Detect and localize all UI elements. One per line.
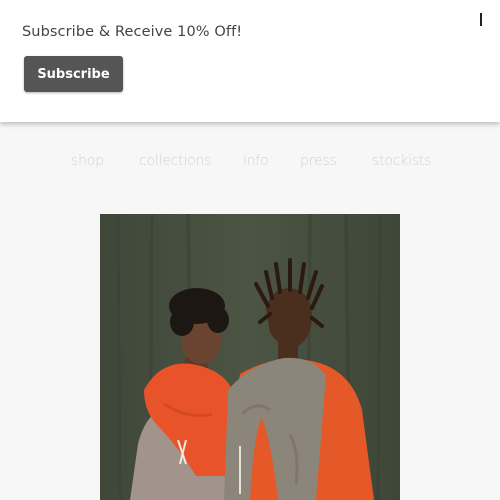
nav-link-collections[interactable]: collections	[139, 153, 211, 169]
nav-link-shop[interactable]: shop	[71, 153, 104, 169]
main-nav: shop collections info press stockists	[0, 153, 500, 175]
hero-image[interactable]	[100, 214, 400, 500]
nav-link-info[interactable]: info	[243, 153, 269, 169]
subscribe-message: Subscribe & Receive 10% Off!	[22, 24, 243, 40]
nav-link-stockists[interactable]: stockists	[372, 153, 432, 169]
close-banner-button[interactable]	[474, 10, 488, 30]
nav-link-press[interactable]: press	[300, 153, 337, 169]
page: Subscribe & Receive 10% Off! Subscribe s…	[0, 0, 500, 500]
subscribe-banner: Subscribe & Receive 10% Off! Subscribe	[0, 0, 500, 122]
close-icon	[480, 13, 482, 26]
subscribe-button[interactable]: Subscribe	[24, 56, 123, 92]
